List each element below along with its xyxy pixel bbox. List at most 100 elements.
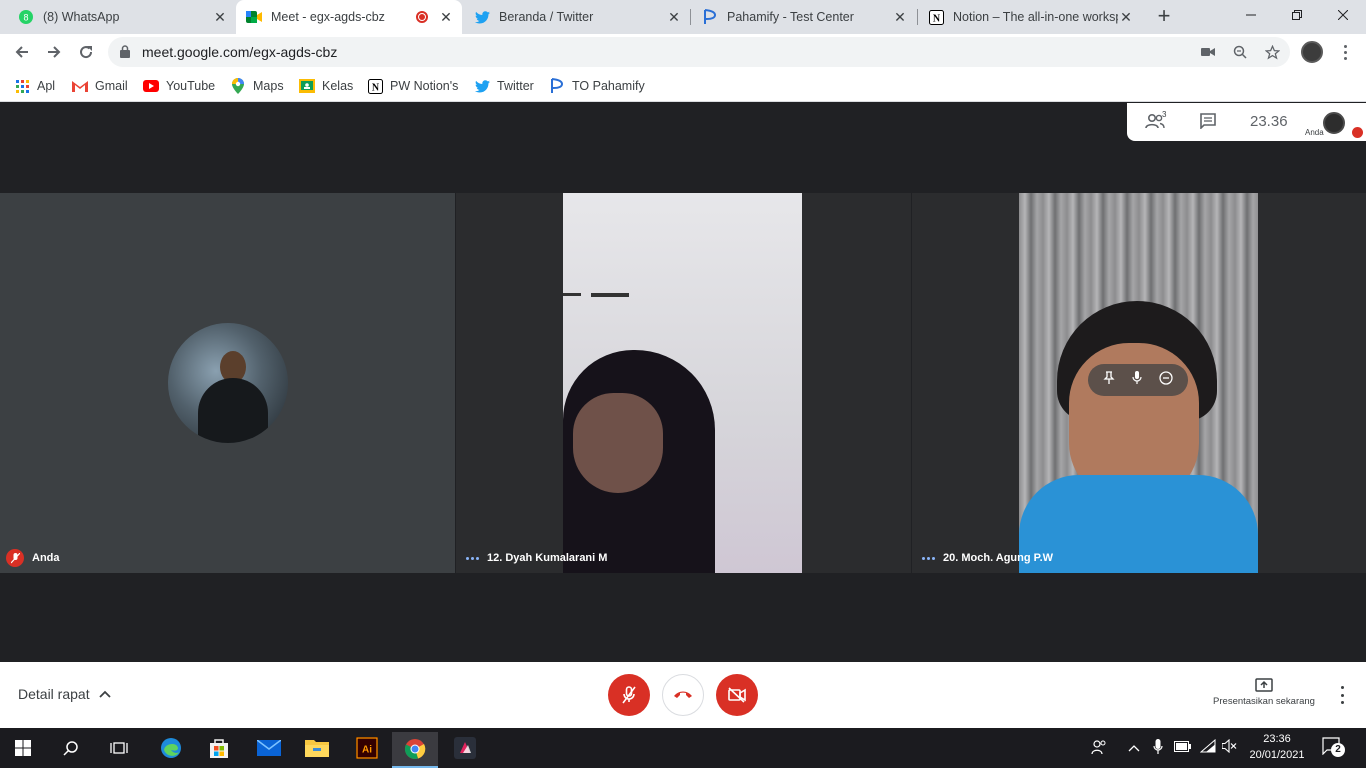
- meeting-details-button[interactable]: Detail rapat: [18, 686, 111, 702]
- meeting-details-label: Detail rapat: [18, 686, 90, 702]
- bookmark-apps[interactable]: Apl: [14, 76, 55, 96]
- bookmark-star-icon[interactable]: [1264, 44, 1280, 60]
- minimize-icon: [1246, 14, 1256, 16]
- search-button[interactable]: [48, 730, 94, 766]
- battery-icon[interactable]: [1174, 741, 1192, 755]
- reload-button[interactable]: [74, 40, 98, 64]
- wifi-icon[interactable]: [1199, 738, 1216, 756]
- camera-in-use-icon[interactable]: [1200, 44, 1216, 60]
- people-tray-icon[interactable]: [1091, 739, 1107, 758]
- bookmark-to-pahamify[interactable]: TO Pahamify: [549, 76, 645, 96]
- bookmark-twitter[interactable]: Twitter: [474, 76, 534, 96]
- participant-tile-self[interactable]: Anda: [0, 193, 455, 573]
- bookmark-pw-notion[interactable]: N PW Notion's: [367, 76, 458, 96]
- close-icon[interactable]: ✕: [892, 9, 908, 25]
- bookmark-label: TO Pahamify: [572, 79, 645, 93]
- remove-icon[interactable]: [1159, 370, 1173, 390]
- leave-call-button[interactable]: [662, 674, 704, 716]
- bookmark-kelas[interactable]: Kelas: [299, 76, 353, 96]
- lock-icon: [120, 45, 130, 63]
- zoom-icon[interactable]: [1232, 44, 1248, 60]
- microphone-toggle-button[interactable]: [608, 674, 650, 716]
- bookmark-label: PW Notion's: [390, 79, 459, 93]
- participant-avatar: [168, 323, 288, 443]
- tab-meet[interactable]: Meet - egx-agds-cbz ✕: [236, 0, 462, 34]
- participant-name: 20. Moch. Agung P.W: [943, 552, 1054, 564]
- svg-text:N: N: [371, 82, 379, 93]
- self-view-thumbnail[interactable]: [1323, 112, 1345, 134]
- speaker-muted-icon[interactable]: [1221, 738, 1238, 756]
- bookmark-youtube[interactable]: YouTube: [143, 76, 215, 96]
- pin-icon[interactable]: [1103, 370, 1115, 390]
- tab-twitter[interactable]: Beranda / Twitter ✕: [464, 0, 690, 34]
- store-icon: [210, 739, 228, 758]
- taskbar-store[interactable]: [196, 730, 242, 766]
- taskbar-edge[interactable]: [148, 730, 194, 766]
- self-view-label: Anda: [1305, 128, 1324, 137]
- svg-text:N: N: [932, 13, 940, 24]
- taskbar-chrome[interactable]: [392, 732, 438, 768]
- chevron-up-icon[interactable]: [1128, 741, 1140, 755]
- close-icon[interactable]: ✕: [666, 9, 682, 25]
- participants-button[interactable]: 3: [1145, 110, 1167, 133]
- close-icon[interactable]: ✕: [212, 9, 228, 25]
- tab-title: Pahamify - Test Center: [727, 10, 854, 24]
- more-options-button[interactable]: [1337, 686, 1347, 704]
- new-tab-button[interactable]: +: [1152, 5, 1176, 29]
- chat-button[interactable]: [1200, 113, 1216, 133]
- muted-mic-icon: [6, 549, 24, 567]
- present-now-button[interactable]: Presentasikan sekarang: [1205, 678, 1323, 707]
- hang-up-icon: [674, 691, 692, 698]
- task-view-icon: [110, 742, 128, 754]
- chrome-menu-button[interactable]: [1337, 41, 1353, 63]
- tab-title: (8) WhatsApp: [43, 10, 120, 24]
- maps-icon: [230, 78, 246, 94]
- forward-button[interactable]: [42, 40, 66, 64]
- reload-icon: [80, 46, 93, 59]
- tab-whatsapp[interactable]: 8 (8) WhatsApp ✕: [8, 0, 236, 34]
- back-button[interactable]: [10, 40, 34, 64]
- action-center-button[interactable]: 2: [1322, 737, 1346, 759]
- taskbar-file-explorer[interactable]: [294, 730, 340, 766]
- bookmark-gmail[interactable]: Gmail: [72, 76, 128, 96]
- taskbar-illustrator[interactable]: Ai: [344, 730, 390, 766]
- microphone-icon[interactable]: [1132, 370, 1142, 390]
- search-icon: [63, 741, 78, 756]
- task-view-button[interactable]: [96, 730, 142, 766]
- bookmark-maps[interactable]: Maps: [230, 76, 284, 96]
- tab-pahamify[interactable]: Pahamify - Test Center ✕: [692, 0, 916, 34]
- participant-name-tag: 12. Dyah Kumalarani M: [466, 550, 607, 566]
- tab-notion[interactable]: N Notion – The all-in-one worksp ✕: [918, 0, 1142, 34]
- close-icon[interactable]: ✕: [1118, 9, 1134, 25]
- edge-icon: [161, 738, 181, 758]
- apps-grid-icon: [14, 78, 30, 94]
- recording-indicator-icon: [416, 11, 428, 23]
- speaking-dots-icon: [922, 556, 935, 560]
- notification-count: 2: [1331, 743, 1345, 757]
- taskbar-mail[interactable]: [246, 730, 292, 766]
- participant-tile-dyah[interactable]: 12. Dyah Kumalarani M: [456, 193, 911, 573]
- mic-off-icon: [622, 686, 636, 704]
- profile-avatar[interactable]: [1301, 41, 1323, 63]
- youtube-icon: [143, 78, 159, 94]
- participants-count: 3: [1162, 110, 1167, 119]
- restore-button[interactable]: [1274, 0, 1320, 30]
- bookmark-label: YouTube: [166, 79, 216, 93]
- minimize-button[interactable]: [1228, 0, 1274, 30]
- taskbar-clock[interactable]: 23:36 20/01/2021: [1246, 731, 1308, 763]
- start-button[interactable]: [0, 730, 46, 766]
- svg-text:Ai: Ai: [362, 745, 372, 756]
- microphone-tray-icon[interactable]: [1153, 739, 1163, 758]
- tab-title: Meet - egx-agds-cbz: [271, 10, 385, 24]
- pahamify-icon: [549, 78, 565, 94]
- chat-icon: [1200, 113, 1216, 130]
- bookmarks-bar: Apl Gmail YouTube Maps Kelas N PW Notion…: [0, 70, 1366, 102]
- mail-icon: [257, 740, 281, 756]
- taskbar-filmora[interactable]: [442, 730, 488, 766]
- address-bar[interactable]: meet.google.com/egx-agds-cbz: [108, 37, 1290, 67]
- close-icon[interactable]: ✕: [438, 9, 454, 25]
- bookmark-label: Kelas: [322, 79, 354, 93]
- svg-text:8: 8: [23, 13, 28, 23]
- camera-toggle-button[interactable]: [716, 674, 758, 716]
- close-window-button[interactable]: [1320, 0, 1366, 30]
